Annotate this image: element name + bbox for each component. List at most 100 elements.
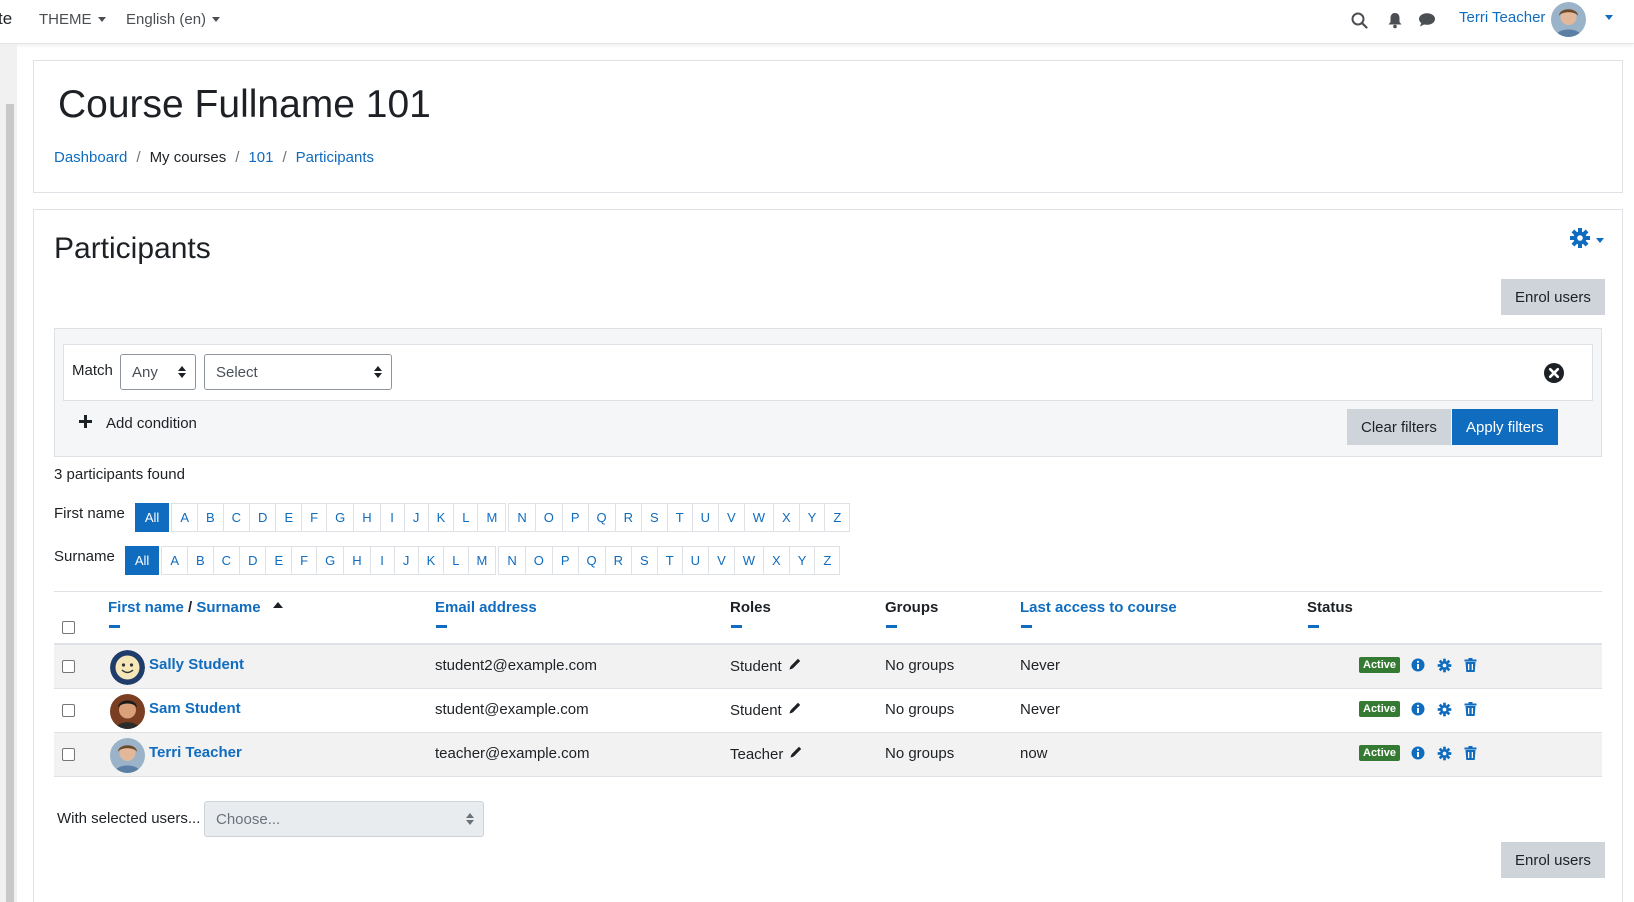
language-dropdown[interactable]: English (en) bbox=[126, 11, 221, 28]
pencil-icon[interactable] bbox=[789, 745, 803, 763]
initial-button-z[interactable]: Z bbox=[814, 546, 841, 575]
clear-filters-button[interactable]: Clear filters bbox=[1347, 409, 1451, 445]
initial-button-a[interactable]: A bbox=[161, 546, 188, 575]
initial-button-t[interactable]: T bbox=[656, 546, 683, 575]
participant-name-link[interactable]: Sam Student bbox=[149, 700, 241, 717]
initial-button-f[interactable]: F bbox=[291, 546, 318, 575]
initial-all-button[interactable]: All bbox=[134, 503, 170, 532]
initial-button-s[interactable]: S bbox=[641, 503, 668, 532]
row-select-checkbox[interactable] bbox=[62, 748, 75, 761]
row-select-checkbox[interactable] bbox=[62, 660, 75, 673]
trash-icon[interactable] bbox=[1462, 745, 1478, 761]
sort-email-link[interactable]: Email address bbox=[435, 599, 537, 616]
initial-button-m[interactable]: M bbox=[467, 546, 497, 575]
initial-button-l[interactable]: L bbox=[443, 546, 469, 575]
initial-button-z[interactable]: Z bbox=[824, 503, 851, 532]
initial-button-j[interactable]: J bbox=[393, 546, 419, 575]
initial-button-v[interactable]: V bbox=[708, 546, 735, 575]
initial-button-q[interactable]: Q bbox=[577, 546, 606, 575]
initial-button-g[interactable]: G bbox=[326, 503, 355, 532]
left-drawer-handle[interactable] bbox=[6, 104, 14, 902]
initial-button-b[interactable]: B bbox=[187, 546, 214, 575]
pencil-icon[interactable] bbox=[788, 657, 802, 675]
participant-name-link[interactable]: Sally Student bbox=[149, 656, 244, 673]
initial-all-button[interactable]: All bbox=[124, 546, 160, 575]
initial-button-g[interactable]: G bbox=[316, 546, 345, 575]
initial-button-s[interactable]: S bbox=[631, 546, 658, 575]
initial-button-t[interactable]: T bbox=[666, 503, 693, 532]
avatar[interactable] bbox=[110, 650, 145, 685]
add-condition-button[interactable]: Add condition bbox=[79, 415, 197, 432]
initial-button-m[interactable]: M bbox=[477, 503, 507, 532]
initial-button-u[interactable]: U bbox=[691, 503, 720, 532]
initial-button-o[interactable]: O bbox=[534, 503, 563, 532]
gear-icon[interactable] bbox=[1436, 745, 1452, 761]
bulk-action-select[interactable]: Choose... bbox=[204, 801, 484, 837]
initial-button-h[interactable]: H bbox=[353, 503, 381, 532]
initial-button-v[interactable]: V bbox=[718, 503, 745, 532]
collapse-groups-column-icon[interactable] bbox=[886, 625, 897, 628]
avatar[interactable] bbox=[110, 694, 145, 729]
initial-button-b[interactable]: B bbox=[196, 503, 224, 532]
participant-name-link[interactable]: Terri Teacher bbox=[149, 744, 242, 761]
initial-button-k[interactable]: K bbox=[427, 503, 455, 532]
sort-surname-link[interactable]: Surname bbox=[196, 599, 260, 616]
pencil-icon[interactable] bbox=[788, 701, 802, 719]
initial-button-d[interactable]: D bbox=[239, 546, 267, 575]
collapse-lastaccess-column-icon[interactable] bbox=[1021, 625, 1032, 628]
initial-button-w[interactable]: W bbox=[733, 546, 765, 575]
initial-button-p[interactable]: P bbox=[551, 546, 579, 575]
site-name[interactable]: te bbox=[0, 9, 12, 29]
info-icon[interactable] bbox=[1410, 701, 1426, 717]
initial-button-u[interactable]: U bbox=[681, 546, 710, 575]
initial-button-n[interactable]: N bbox=[508, 503, 536, 532]
info-icon[interactable] bbox=[1410, 745, 1426, 761]
user-menu-caret-icon[interactable] bbox=[1605, 15, 1613, 20]
trash-icon[interactable] bbox=[1462, 701, 1478, 717]
page-actions-menu[interactable] bbox=[1569, 227, 1604, 253]
collapse-email-column-icon[interactable] bbox=[436, 625, 447, 628]
enrol-users-button-bottom[interactable]: Enrol users bbox=[1501, 842, 1605, 878]
initial-button-h[interactable]: H bbox=[343, 546, 371, 575]
initial-button-n[interactable]: N bbox=[498, 546, 526, 575]
row-select-checkbox[interactable] bbox=[62, 704, 75, 717]
bell-icon[interactable] bbox=[1385, 10, 1405, 30]
initial-button-i[interactable]: I bbox=[379, 503, 405, 532]
initial-button-j[interactable]: J bbox=[403, 503, 429, 532]
initial-button-i[interactable]: I bbox=[369, 546, 395, 575]
initial-button-a[interactable]: A bbox=[171, 503, 198, 532]
collapse-name-column-icon[interactable] bbox=[109, 625, 120, 628]
initial-button-e[interactable]: E bbox=[265, 546, 293, 575]
user-menu-name[interactable]: Terri Teacher bbox=[1459, 9, 1545, 26]
chat-icon[interactable] bbox=[1417, 10, 1437, 30]
theme-dropdown[interactable]: THEME bbox=[39, 11, 106, 28]
initial-button-l[interactable]: L bbox=[453, 503, 479, 532]
initial-button-w[interactable]: W bbox=[743, 503, 774, 532]
avatar[interactable] bbox=[110, 738, 145, 773]
trash-icon[interactable] bbox=[1462, 657, 1478, 673]
match-select[interactable]: Any bbox=[120, 354, 196, 390]
sort-firstname-link[interactable]: First name bbox=[108, 599, 184, 616]
initial-button-c[interactable]: C bbox=[212, 546, 241, 575]
initial-button-q[interactable]: Q bbox=[587, 503, 616, 532]
initial-button-f[interactable]: F bbox=[301, 503, 328, 532]
search-icon[interactable] bbox=[1349, 10, 1369, 30]
select-all-checkbox[interactable] bbox=[62, 621, 75, 634]
initial-button-x[interactable]: X bbox=[773, 503, 800, 532]
initial-button-r[interactable]: R bbox=[604, 546, 633, 575]
info-icon[interactable] bbox=[1410, 657, 1426, 673]
apply-filters-button[interactable]: Apply filters bbox=[1452, 409, 1558, 445]
breadcrumb-dashboard[interactable]: Dashboard bbox=[54, 149, 127, 166]
sort-lastaccess-link[interactable]: Last access to course bbox=[1020, 599, 1177, 616]
initial-button-x[interactable]: X bbox=[763, 546, 790, 575]
initial-button-p[interactable]: P bbox=[561, 503, 589, 532]
gear-icon[interactable] bbox=[1436, 701, 1452, 717]
collapse-status-column-icon[interactable] bbox=[1308, 625, 1319, 628]
initial-button-o[interactable]: O bbox=[524, 546, 553, 575]
breadcrumb-course[interactable]: 101 bbox=[248, 149, 273, 166]
avatar[interactable] bbox=[1551, 2, 1586, 37]
collapse-roles-column-icon[interactable] bbox=[731, 625, 742, 628]
filter-type-select[interactable]: Select bbox=[204, 354, 392, 390]
gear-icon[interactable] bbox=[1436, 657, 1452, 673]
initial-button-e[interactable]: E bbox=[275, 503, 303, 532]
